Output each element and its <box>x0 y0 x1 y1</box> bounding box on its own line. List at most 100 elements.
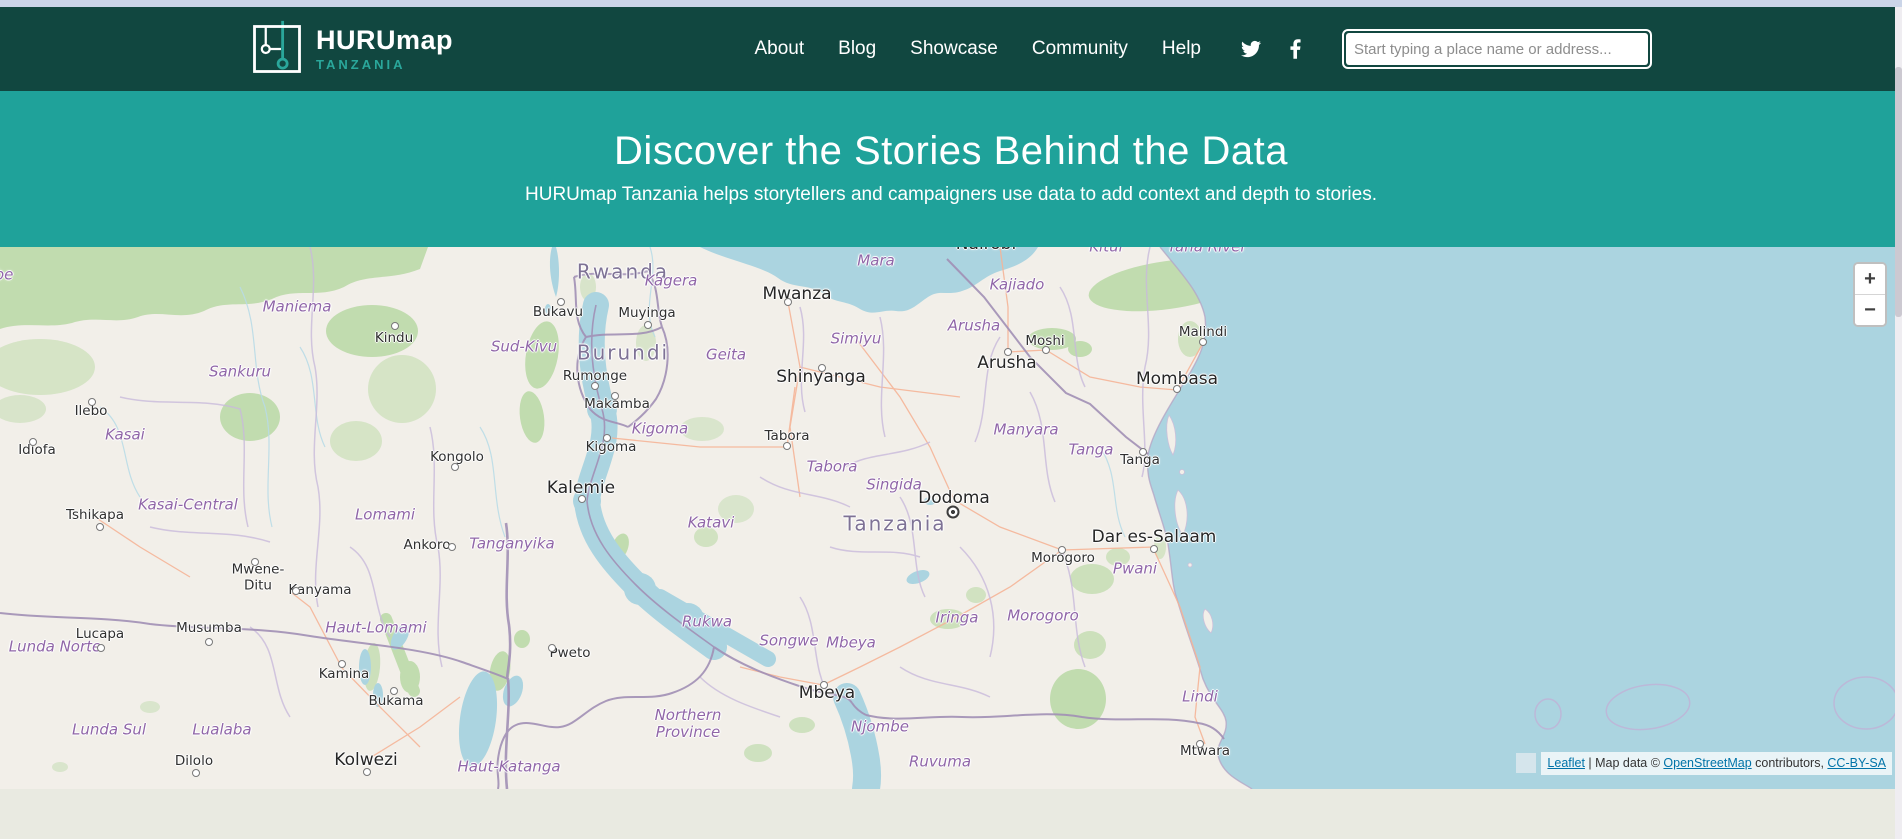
city-marker <box>548 644 556 652</box>
twitter-icon[interactable] <box>1239 39 1263 59</box>
map-label: Njombe <box>851 718 909 735</box>
map-label: Tanganyika <box>469 535 554 552</box>
city-marker <box>611 392 619 400</box>
city-marker <box>205 638 213 646</box>
map-label: Kasai <box>105 426 145 443</box>
city-marker <box>292 587 300 595</box>
openstreetmap-link[interactable]: OpenStreetMap <box>1663 756 1751 770</box>
city-marker <box>1150 545 1158 553</box>
capital-marker <box>947 506 960 519</box>
nav-zone: About Blog Showcase Community Help <box>754 29 1652 69</box>
map-label: Lomami <box>355 506 415 523</box>
map-label: Rukwa <box>682 613 732 630</box>
map-label: Makamba <box>584 397 650 413</box>
city-marker <box>557 298 565 306</box>
hero-title: Discover the Stories Behind the Data <box>0 91 1902 174</box>
map-label: Lucapa <box>76 627 124 643</box>
main-header: HURUmap TANZANIA About Blog Showcase Com… <box>0 7 1902 91</box>
city-marker <box>391 322 399 330</box>
map-label: Haut-Lomami <box>325 619 426 636</box>
zoom-in-button[interactable]: + <box>1855 264 1885 294</box>
city-marker <box>192 769 200 777</box>
map-label: Nairobi <box>956 247 1016 255</box>
map-label: Katavi <box>688 514 735 531</box>
map-label: Burundi <box>577 342 669 365</box>
map-label: Kigoma <box>586 440 637 456</box>
city-marker <box>1199 338 1207 346</box>
map-label: Morogoro <box>1007 607 1079 624</box>
map-attribution: Leaflet | Map data © OpenStreetMap contr… <box>1541 752 1892 775</box>
city-marker <box>451 463 459 471</box>
map-label: Geita <box>706 346 746 363</box>
nav-showcase[interactable]: Showcase <box>910 38 998 60</box>
logo[interactable]: HURUmap TANZANIA <box>250 19 453 79</box>
nav-about[interactable]: About <box>754 38 804 60</box>
map-label: Muyinga <box>618 306 675 322</box>
leaflet-link[interactable]: Leaflet <box>1547 756 1585 770</box>
map-label: Bukama <box>368 694 423 710</box>
attribution-text: contributors, <box>1752 756 1828 770</box>
map-label: Kamina <box>319 667 370 683</box>
city-marker <box>1058 546 1066 554</box>
map-label: Pwani <box>1113 560 1157 577</box>
map-label: Kajiado <box>990 276 1045 293</box>
map-label: Mtwara <box>1180 744 1230 760</box>
map-label: Tshikapa <box>66 508 124 524</box>
map-label: Kasai-Central <box>138 496 238 513</box>
city-marker <box>390 687 398 695</box>
city-marker <box>783 442 791 450</box>
map-label: Mara <box>857 252 895 269</box>
city-marker <box>578 495 586 503</box>
map-label: Songwe <box>759 632 818 649</box>
map-label: Rwanda <box>577 261 669 284</box>
map-label: Bukavu <box>533 305 583 321</box>
browser-top-strip <box>0 0 1902 7</box>
city-marker <box>448 543 456 551</box>
leaflet-map[interactable]: RwandaBurundiTanzaniaNairobiKituiTana Ri… <box>0 247 1902 789</box>
map-label: Ankoro <box>404 538 451 554</box>
map-label: Kindu <box>375 331 413 347</box>
map-label: Tanzania <box>843 513 946 536</box>
city-marker <box>97 644 105 652</box>
map-label: Kagera <box>645 272 698 289</box>
map-label: Ruvuma <box>909 753 971 770</box>
nav-help[interactable]: Help <box>1162 38 1201 60</box>
city-marker <box>591 382 599 390</box>
city-marker <box>363 768 371 776</box>
hurumap-logo-icon <box>250 19 304 79</box>
license-link[interactable]: CC-BY-SA <box>1827 756 1886 770</box>
map-label: Maniema <box>263 298 332 315</box>
nav-blog[interactable]: Blog <box>838 38 876 60</box>
map-label: Tanga <box>1069 441 1114 458</box>
nav-community[interactable]: Community <box>1032 38 1128 60</box>
city-marker <box>1196 740 1204 748</box>
scrollbar-thumb[interactable] <box>1895 67 1902 317</box>
attribution-text: | Map data © <box>1585 756 1663 770</box>
place-search-box <box>1342 29 1652 69</box>
facebook-icon[interactable] <box>1289 38 1302 60</box>
map-label: Lualaba <box>192 721 251 738</box>
city-marker <box>338 660 346 668</box>
map-label: Ilebo <box>75 404 108 420</box>
city-marker <box>818 364 826 372</box>
map-label: Sud-Kivu <box>491 338 557 355</box>
browser-scrollbar[interactable] <box>1895 7 1902 839</box>
city-marker <box>96 523 104 531</box>
city-marker <box>1004 348 1012 356</box>
map-label: Tana River <box>1167 247 1246 256</box>
map-label: Mwene- Ditu <box>232 562 285 593</box>
city-marker <box>644 321 652 329</box>
logo-text: HURUmap TANZANIA <box>316 27 453 71</box>
map-label: Musumba <box>176 621 242 637</box>
logo-subtitle: TANZANIA <box>316 58 453 71</box>
map-label: Lindi <box>1182 688 1218 705</box>
map-label: Idiofa <box>18 443 56 459</box>
map-label: Arusha <box>977 354 1036 374</box>
map-labels: RwandaBurundiTanzaniaNairobiKituiTana Ri… <box>0 247 1902 789</box>
zoom-out-button[interactable]: − <box>1855 294 1885 325</box>
hero-subtitle: HURUmap Tanzania helps storytellers and … <box>0 184 1902 206</box>
city-marker <box>29 438 37 446</box>
map-label: Simiyu <box>831 330 882 347</box>
place-search-input[interactable] <box>1346 33 1648 65</box>
map-label: Sankuru <box>209 363 271 380</box>
